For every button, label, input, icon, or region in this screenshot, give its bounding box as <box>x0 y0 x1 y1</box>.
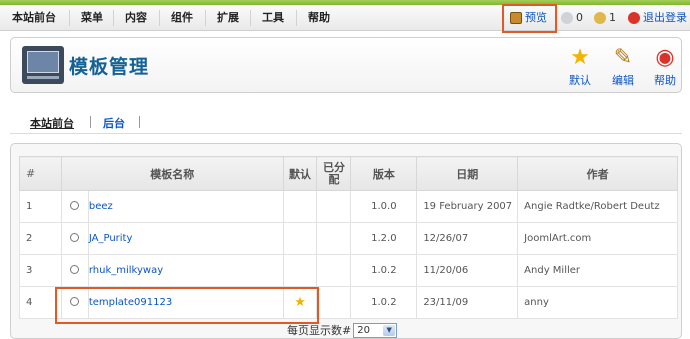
date-cell: 12/26/07 <box>416 222 519 255</box>
tab-site[interactable]: 本站前台 <box>30 115 74 131</box>
template-name-link[interactable]: beez <box>89 201 113 212</box>
row-number: 1 <box>19 190 62 223</box>
date-cell: 11/20/06 <box>416 254 519 287</box>
menu-item-components[interactable]: 组件 <box>171 5 193 31</box>
table-row: 3 rhuk_milkyway 1.0.2 11/20/06 Andy Mill… <box>19 254 678 287</box>
messages-count: 0 <box>576 11 583 24</box>
date-cell: 23/11/09 <box>416 286 519 319</box>
col-author: 作者 <box>517 156 678 191</box>
limit-select[interactable]: 20 ▼ <box>353 322 398 338</box>
row-number: 3 <box>19 254 62 287</box>
col-number: # <box>19 156 62 191</box>
menu-item-menus[interactable]: 菜单 <box>81 5 103 31</box>
edit-label: 编辑 <box>612 74 634 87</box>
row-select-radio[interactable] <box>70 264 80 274</box>
assigned-cell <box>316 286 352 319</box>
assigned-cell <box>316 254 352 287</box>
col-version: 版本 <box>350 156 418 191</box>
template-name-link[interactable]: JA_Purity <box>89 233 133 244</box>
title-toolbar: 模板管理 ★ 默认 ✎ 编辑 ◉ 帮助 <box>10 37 682 93</box>
version-cell: 1.0.2 <box>350 286 418 319</box>
messages-indicator[interactable]: 0 <box>561 5 583 31</box>
menu-bar: 本站前台 菜单 内容 组件 扩展 工具 帮助 预览 0 1 退出登录 <box>0 5 690 31</box>
table-row: 1 beez 1.0.0 19 February 2007 Angie Radt… <box>19 190 678 223</box>
default-cell <box>282 222 318 255</box>
client-tabs: 本站前台 后台 <box>10 112 682 134</box>
row-number: 2 <box>19 222 62 255</box>
row-select-radio[interactable] <box>70 200 80 210</box>
menu-item-extensions[interactable]: 扩展 <box>217 5 239 31</box>
users-icon <box>594 12 606 24</box>
menu-divider <box>205 10 206 26</box>
help-label: 帮助 <box>654 74 676 87</box>
table-header-row: # 模板名称 默认 已分配 版本 日期 作者 <box>19 156 678 191</box>
author-cell: Angie Radtke/Robert Deutz <box>517 190 678 223</box>
edit-button[interactable]: ✎ 编辑 <box>605 46 641 88</box>
menu-divider <box>296 10 297 26</box>
menu-item-tools[interactable]: 工具 <box>262 5 284 31</box>
col-date: 日期 <box>416 156 519 191</box>
highlight-preview-box <box>502 4 557 33</box>
col-default: 默认 <box>282 156 318 191</box>
menu-divider <box>113 10 114 26</box>
author-cell: anny <box>517 286 678 319</box>
row-select-radio[interactable] <box>70 232 80 242</box>
author-cell: JoomlArt.com <box>517 222 678 255</box>
limit-label: 每页显示数# <box>287 324 352 337</box>
template-name-link[interactable]: rhuk_milkyway <box>89 265 163 276</box>
menu-item-content[interactable]: 内容 <box>125 5 147 31</box>
lifebuoy-icon: ◉ <box>655 45 675 70</box>
menu-divider <box>69 10 70 26</box>
default-button[interactable]: ★ 默认 <box>562 46 598 88</box>
col-assigned: 已分配 <box>316 156 352 191</box>
page-title: 模板管理 <box>69 56 150 78</box>
menu-item-help[interactable]: 帮助 <box>308 5 330 31</box>
tab-divider <box>139 116 140 128</box>
pencil-icon: ✎ <box>613 45 633 70</box>
highlight-row-box <box>55 287 319 324</box>
tab-administrator[interactable]: 后台 <box>103 115 125 131</box>
version-cell: 1.0.0 <box>350 190 418 223</box>
star-icon: ★ <box>570 45 590 70</box>
menu-divider <box>159 10 160 26</box>
table-row: 2 JA_Purity 1.2.0 12/26/07 JoomlArt.com <box>19 222 678 255</box>
logout-label: 退出登录 <box>643 11 687 24</box>
version-cell: 1.0.2 <box>350 254 418 287</box>
col-template-name[interactable]: 模板名称 <box>60 156 284 191</box>
chevron-down-icon: ▼ <box>383 324 396 336</box>
limit-value: 20 <box>357 324 370 336</box>
template-manager-icon <box>22 46 64 84</box>
tab-divider <box>90 116 91 128</box>
version-cell: 1.2.0 <box>350 222 418 255</box>
default-label: 默认 <box>569 74 591 87</box>
logout-icon <box>628 12 640 24</box>
default-cell <box>282 254 318 287</box>
mail-icon <box>561 12 573 24</box>
default-cell <box>282 190 318 223</box>
help-button[interactable]: ◉ 帮助 <box>647 46 683 88</box>
author-cell: Andy Miller <box>517 254 678 287</box>
users-indicator[interactable]: 1 <box>594 5 616 31</box>
date-cell: 19 February 2007 <box>416 190 519 223</box>
logout-link[interactable]: 退出登录 <box>628 5 687 31</box>
pagination-limit: 每页显示数# 20 ▼ <box>287 322 398 338</box>
menu-item-frontend[interactable]: 本站前台 <box>12 5 56 31</box>
assigned-cell <box>316 190 352 223</box>
menu-divider <box>250 10 251 26</box>
assigned-cell <box>316 222 352 255</box>
users-count: 1 <box>609 11 616 24</box>
